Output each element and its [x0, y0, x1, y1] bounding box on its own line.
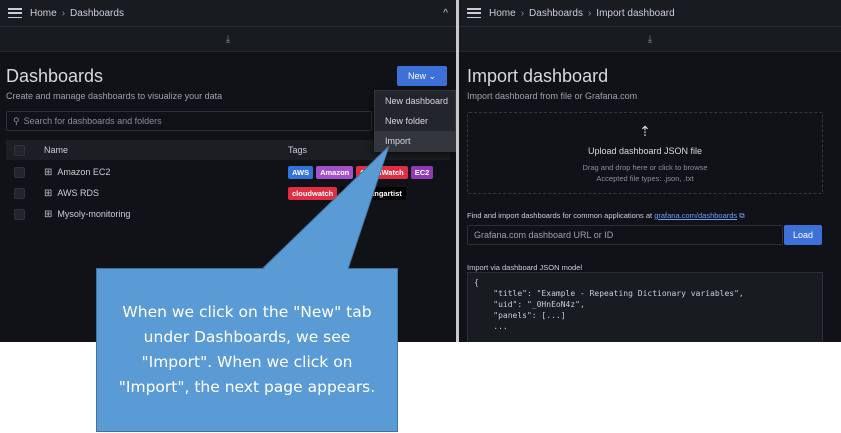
dashboard-name[interactable]: Amazon EC2: [57, 167, 110, 177]
screenshot-stage: Home › Dashboards ^ ⤓ Dashboards Create …: [0, 0, 841, 433]
tag-badge[interactable]: cloudwatch: [288, 186, 338, 200]
chevron-up-icon[interactable]: ^: [443, 8, 448, 19]
table-row[interactable]: ⊞ AWS RDS cloudwatch monitoringartist: [6, 183, 450, 203]
tag-badge[interactable]: AWS: [288, 165, 314, 179]
download-icon[interactable]: ⤓: [648, 34, 652, 45]
top-navbar: Home › Dashboards › Import dashboard: [459, 0, 841, 27]
search-placeholder: Search for dashboards and folders: [23, 116, 162, 126]
column-name-header[interactable]: Name: [44, 145, 288, 155]
row-checkbox[interactable]: [14, 166, 25, 178]
breadcrumb-dashboards[interactable]: Dashboards: [529, 8, 583, 19]
row-checkbox[interactable]: [14, 208, 25, 220]
import-dashboard-pane: Home › Dashboards › Import dashboard ⤓ I…: [459, 0, 841, 342]
page-subtitle: Import dashboard from file or Grafana.co…: [467, 91, 638, 101]
grafana-com-url-input[interactable]: Grafana.com dashboard URL or ID: [467, 225, 783, 245]
dashboard-grid-icon: ⊞: [44, 187, 53, 199]
page-title: Dashboards: [6, 66, 104, 86]
select-all-checkbox[interactable]: [14, 144, 25, 156]
json-model-label: Import via dashboard JSON model: [467, 263, 583, 272]
menu-item-new-dashboard[interactable]: New dashboard: [375, 91, 455, 111]
breadcrumb-dashboards[interactable]: Dashboards: [70, 8, 124, 19]
menu-icon[interactable]: [8, 8, 22, 18]
grafana-com-label-text: Find and import dashboards for common ap…: [467, 211, 653, 220]
subtoolbar: ⤓: [459, 27, 841, 52]
tag-list: AWS Amazon CloudWatch EC2: [288, 165, 436, 179]
breadcrumb-separator: ›: [520, 7, 525, 19]
download-icon[interactable]: ⤓: [226, 34, 230, 45]
dashboard-grid-icon: ⊞: [44, 208, 53, 220]
load-button[interactable]: Load: [784, 225, 822, 245]
upload-icon: ⇡: [639, 122, 651, 139]
row-checkbox[interactable]: [14, 187, 25, 199]
page-subtitle: Create and manage dashboards to visualiz…: [6, 91, 223, 101]
breadcrumb-home[interactable]: Home: [489, 8, 516, 19]
breadcrumb-separator: ›: [587, 7, 592, 19]
callout-text: When we click on the "New" tab under Das…: [118, 303, 376, 396]
new-dropdown-menu: New dashboard New folder Import: [374, 90, 456, 152]
tag-badge[interactable]: monitoringartist: [340, 186, 406, 200]
breadcrumb-import-dashboard: Import dashboard: [596, 7, 675, 19]
upload-hint-filetypes: Accepted file types: .json, .txt: [596, 173, 694, 183]
dashboard-grid-icon: ⊞: [44, 166, 53, 178]
upload-hint-browse: Drag and drop here or click to browse: [582, 162, 708, 172]
search-input[interactable]: ⚲ Search for dashboards and folders: [6, 111, 372, 131]
table-row[interactable]: ⊞ Mysoly-monitoring: [6, 204, 450, 224]
dashboard-name[interactable]: AWS RDS: [57, 188, 99, 198]
tag-badge[interactable]: EC2: [410, 165, 434, 179]
new-button[interactable]: New ⌄: [397, 66, 447, 86]
external-link-icon[interactable]: ⧉: [739, 211, 744, 220]
column-tags-header[interactable]: Tags: [288, 145, 307, 155]
menu-icon[interactable]: [467, 8, 481, 18]
grafana-com-link[interactable]: grafana.com/dashboards: [654, 211, 737, 220]
json-model-textarea[interactable]: { "title": "Example - Repeating Dictiona…: [467, 272, 823, 342]
breadcrumb-home[interactable]: Home: [30, 8, 57, 19]
breadcrumb-separator: ›: [61, 7, 66, 19]
dashboard-name[interactable]: Mysoly-monitoring: [57, 209, 130, 219]
tag-badge[interactable]: Amazon: [316, 165, 354, 179]
upload-dropzone[interactable]: ⇡ Upload dashboard JSON file Drag and dr…: [467, 112, 823, 194]
callout-box: When we click on the "New" tab under Das…: [96, 268, 398, 432]
page-title: Import dashboard: [467, 66, 609, 86]
menu-item-import[interactable]: Import: [375, 131, 455, 151]
table-row[interactable]: ⊞ Amazon EC2 AWS Amazon CloudWatch EC2: [6, 162, 450, 182]
upload-title: Upload dashboard JSON file: [587, 145, 703, 156]
menu-item-new-folder[interactable]: New folder: [375, 111, 455, 131]
search-icon: ⚲: [13, 115, 20, 126]
subtoolbar: ⤓: [0, 27, 456, 52]
grafana-com-label: Find and import dashboards for common ap…: [467, 211, 745, 221]
tag-list: cloudwatch monitoringartist: [288, 186, 409, 200]
tag-badge[interactable]: CloudWatch: [356, 165, 408, 179]
top-navbar: Home › Dashboards ^: [0, 0, 456, 27]
